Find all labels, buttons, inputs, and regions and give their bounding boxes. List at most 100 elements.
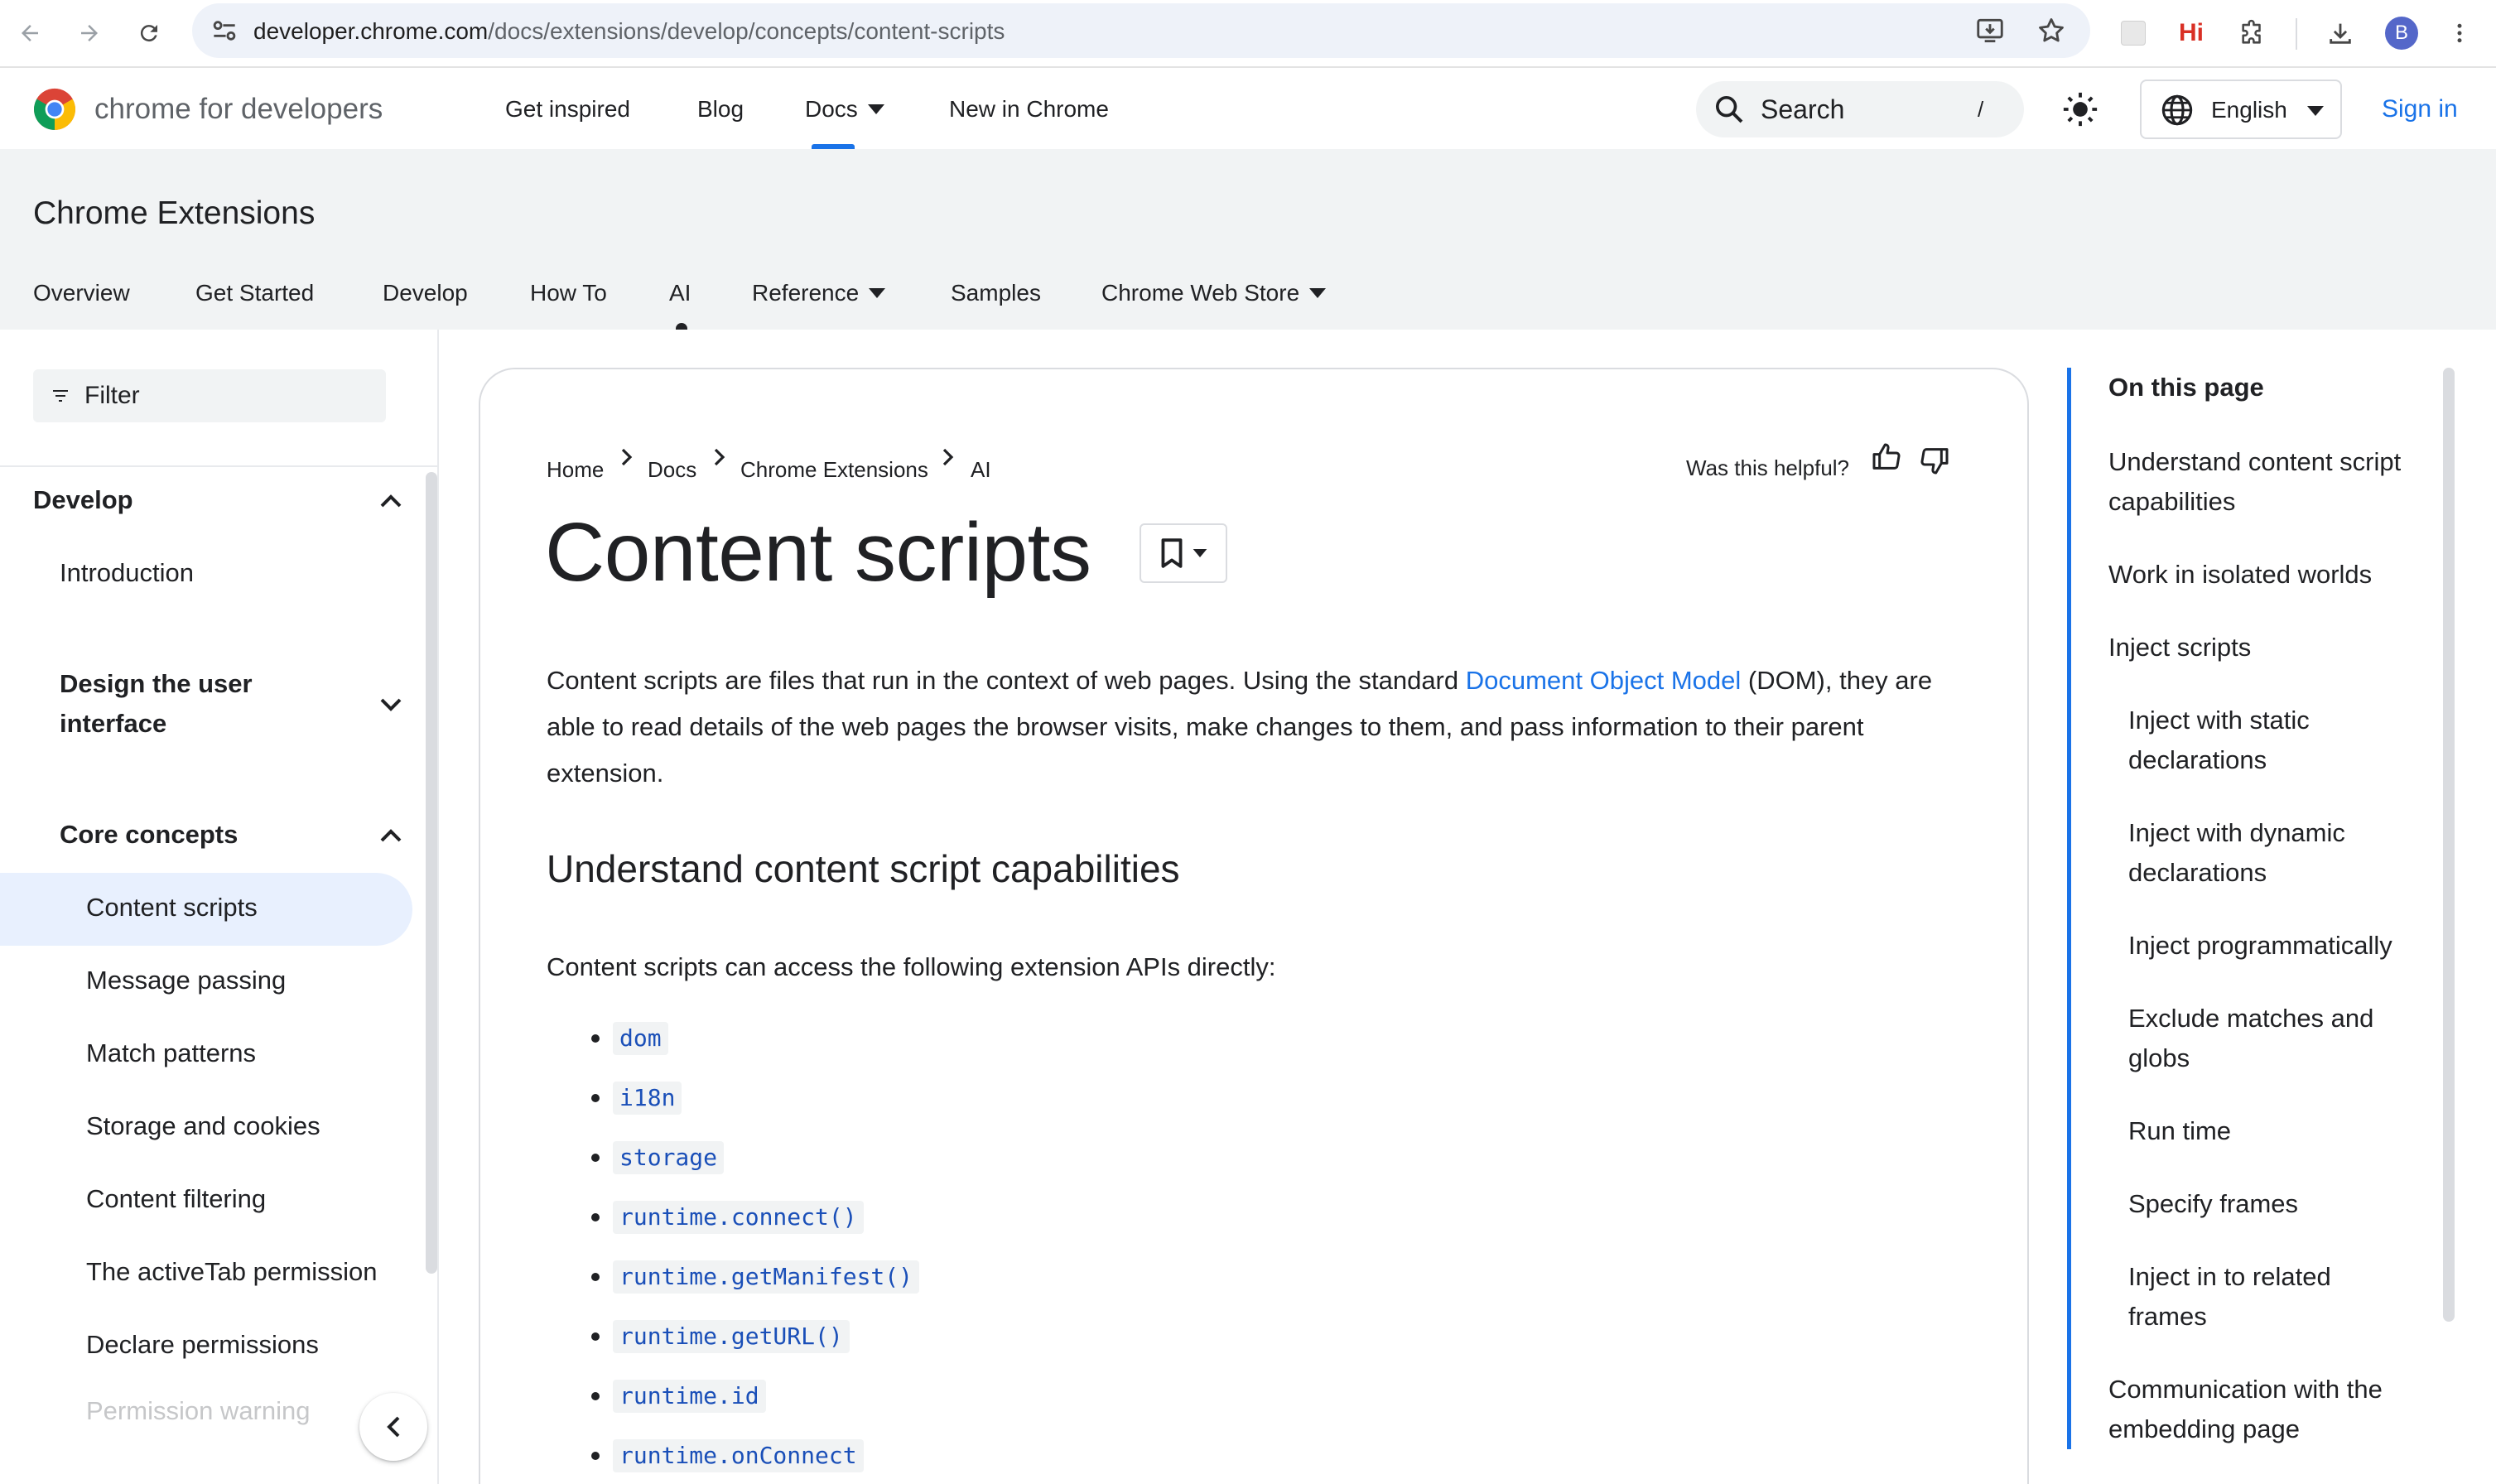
sidebar-item-declare-permissions[interactable]: Declare permissions [86, 1330, 319, 1360]
left-sidebar: Filter Develop Introduction Design the u… [0, 330, 439, 1484]
star-icon[interactable] [2036, 15, 2067, 46]
collapse-sidebar-button[interactable] [359, 1393, 427, 1461]
nav-docs-label: Docs [805, 96, 858, 122]
tab-samples[interactable]: Samples [951, 257, 1041, 330]
section-title[interactable]: Chrome Extensions [33, 195, 315, 232]
install-app-icon[interactable] [1974, 15, 2006, 46]
api-item-runtime-onconnect[interactable]: runtime.onConnect [613, 1439, 864, 1472]
nav-blog[interactable]: Blog [697, 70, 744, 149]
intro-text-1: Content scripts are files that run in th… [547, 666, 1466, 695]
language-label: English [2211, 97, 2287, 123]
toc-item[interactable]: Inject programmatically [2128, 926, 2435, 966]
api-item-runtime-getmanifest[interactable]: runtime.getManifest() [613, 1260, 920, 1294]
sidebar-group-core-concepts[interactable]: Core concepts [60, 820, 238, 850]
api-item-dom[interactable]: dom [613, 1022, 668, 1055]
url-host: developer.chrome.com [253, 18, 489, 44]
sidebar-item-message-passing[interactable]: Message passing [86, 966, 286, 995]
thumbs-up-icon[interactable] [1870, 441, 1903, 474]
list-bullet [591, 1034, 600, 1043]
filter-icon [50, 386, 71, 406]
sidebar-scrollbar[interactable] [426, 472, 437, 1274]
api-item-i18n[interactable]: i18n [613, 1082, 682, 1115]
toc-item[interactable]: Specify frames [2128, 1184, 2402, 1224]
toc-item[interactable]: Run time [2128, 1111, 2402, 1151]
theme-toggle-sun-icon[interactable] [2060, 89, 2100, 129]
chevron-right-icon [712, 447, 725, 467]
chevron-down-icon[interactable] [379, 697, 402, 714]
toolbar-divider [2296, 18, 2297, 50]
extension-badge: Hi [2179, 19, 2204, 46]
toc-item[interactable]: Work in isolated worlds [2108, 555, 2423, 595]
dom-link[interactable]: Document Object Model [1466, 666, 1742, 695]
sidebar-group-develop[interactable]: Develop [33, 485, 133, 515]
filter-input[interactable]: Filter [33, 369, 386, 422]
toc-item[interactable]: Inject with dynamic declarations [2128, 813, 2377, 893]
extension-puzzle-icon[interactable] [2231, 12, 2274, 55]
thumbs-down-icon[interactable] [1918, 444, 1951, 477]
profile-button[interactable]: B [2380, 12, 2423, 55]
toc-scrollbar[interactable] [2443, 368, 2455, 1322]
sidebar-item-permission-warning[interactable]: Permission warning [86, 1396, 311, 1426]
breadcrumb-ai[interactable]: AI [971, 457, 991, 483]
api-item-storage[interactable]: storage [613, 1141, 725, 1174]
sign-in-link[interactable]: Sign in [2382, 70, 2458, 149]
sidebar-item-match-patterns[interactable]: Match patterns [86, 1038, 256, 1068]
toc-item[interactable]: Communication with the embedding page [2108, 1370, 2440, 1449]
toc-item[interactable]: Inject in to related frames [2128, 1257, 2377, 1337]
tab-get-started[interactable]: Get Started [195, 257, 314, 330]
nav-new-in-chrome[interactable]: New in Chrome [949, 70, 1109, 149]
toc-item[interactable]: Inject scripts [2108, 628, 2423, 667]
chevron-up-icon[interactable] [379, 492, 402, 508]
chevron-left-icon [387, 1416, 400, 1438]
site-info-icon[interactable] [209, 15, 240, 46]
tab-overview[interactable]: Overview [33, 257, 130, 330]
back-icon[interactable] [8, 12, 51, 55]
tab-develop[interactable]: Develop [383, 257, 468, 330]
breadcrumb-home[interactable]: Home [547, 457, 604, 483]
toc-item[interactable]: Inject with static declarations [2128, 701, 2377, 780]
tab-active-indicator [676, 323, 687, 330]
sidebar-item-introduction[interactable]: Introduction [60, 558, 194, 588]
chevron-up-icon[interactable] [379, 826, 402, 843]
globe-icon [2160, 93, 2195, 128]
avatar: B [2385, 17, 2418, 50]
breadcrumb-chrome-extensions[interactable]: Chrome Extensions [740, 457, 928, 483]
extension-icon[interactable] [2112, 12, 2155, 55]
sidebar-item-content-scripts[interactable]: Content scripts [86, 893, 258, 923]
list-bullet [591, 1332, 600, 1341]
toc-item[interactable]: Understand content script capabilities [2108, 442, 2423, 522]
list-bullet [591, 1213, 600, 1221]
language-select[interactable]: English [2140, 80, 2342, 139]
api-item-runtime-connect[interactable]: runtime.connect() [613, 1201, 864, 1234]
extension-hi-icon[interactable]: Hi [2170, 12, 2213, 55]
nav-get-inspired[interactable]: Get inspired [505, 70, 630, 149]
sidebar-item-activetab-permission[interactable]: The activeTab permission [86, 1257, 378, 1287]
tab-how-to[interactable]: How To [530, 257, 607, 330]
sidebar-group-design-ui[interactable]: Design the user interface [60, 664, 333, 744]
bookmark-button[interactable] [1140, 523, 1227, 583]
tab-ai[interactable]: AI [669, 257, 691, 330]
tab-reference[interactable]: Reference [752, 257, 886, 330]
toc-item[interactable]: Exclude matches and globs [2128, 999, 2402, 1078]
brand-link[interactable]: chrome for developers [33, 86, 383, 132]
breadcrumb-docs[interactable]: Docs [648, 457, 696, 483]
sidebar-item-storage-cookies[interactable]: Storage and cookies [86, 1111, 320, 1141]
list-bullet [591, 1392, 600, 1400]
sidebar-item-content-filtering[interactable]: Content filtering [86, 1184, 266, 1214]
api-item-runtime-id[interactable]: runtime.id [613, 1380, 766, 1413]
caret-down-icon [867, 104, 884, 114]
helpful-prompt: Was this helpful? [1686, 455, 1850, 480]
bookmark-icon [1161, 538, 1183, 568]
list-bullet [591, 1154, 600, 1162]
api-item-runtime-geturl[interactable]: runtime.getURL() [613, 1320, 850, 1353]
reload-icon[interactable] [128, 12, 171, 55]
download-icon[interactable] [2319, 12, 2362, 55]
forward-icon[interactable] [68, 12, 111, 55]
caret-down-icon [1193, 549, 1207, 557]
kebab-menu-icon[interactable] [2438, 12, 2481, 55]
tab-chrome-web-store[interactable]: Chrome Web Store [1101, 257, 1327, 330]
browser-toolbar: developer.chrome.com/docs/extensions/dev… [0, 0, 2496, 68]
search-input[interactable]: Search / [1696, 81, 2024, 137]
address-bar[interactable]: developer.chrome.com/docs/extensions/dev… [192, 3, 2090, 58]
nav-docs[interactable]: Docs [805, 70, 884, 149]
